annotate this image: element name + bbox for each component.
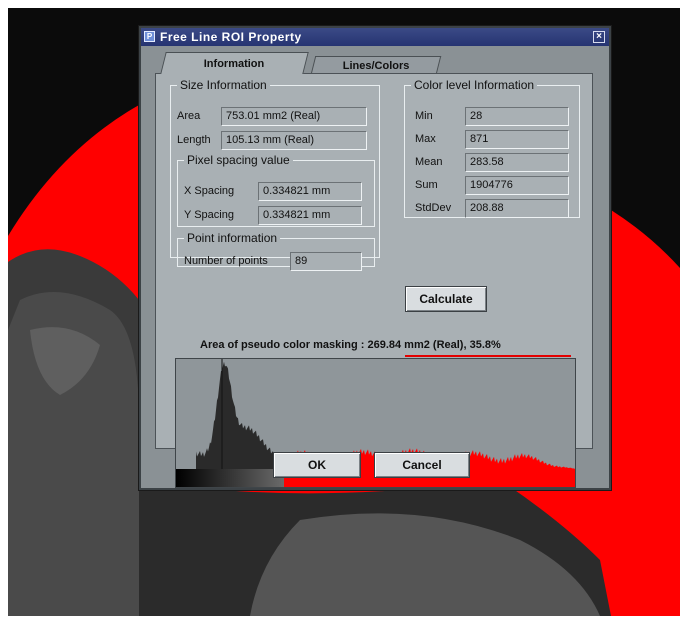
max-label: Max — [415, 133, 436, 145]
pixel-spacing-legend: Pixel spacing value — [187, 153, 290, 167]
tab-information-label: Information — [204, 58, 265, 70]
point-information-legend: Point information — [187, 231, 278, 245]
x-spacing-label: X Spacing — [184, 185, 235, 197]
sum-value: 1904776 — [465, 176, 569, 195]
mean-value: 283.58 — [465, 153, 569, 172]
gray-level-bar — [176, 469, 284, 487]
screen: P Free Line ROI Property × Information L… — [0, 0, 686, 621]
window-icon: P — [144, 31, 155, 42]
length-label: Length — [177, 134, 211, 146]
min-value: 28 — [465, 107, 569, 126]
pixel-spacing-group: Pixel spacing value X Spacing 0.334821 m… — [177, 153, 375, 227]
area-value: 753.01 mm2 (Real) — [221, 107, 367, 126]
tab-lines-colors[interactable]: Lines/Colors — [310, 56, 442, 74]
point-information-group: Point information Number of points 89 — [177, 231, 375, 271]
y-spacing-value: 0.334821 mm — [258, 206, 362, 225]
sum-label: Sum — [415, 179, 438, 191]
length-value: 105.13 mm (Real) — [221, 131, 367, 150]
tab-information[interactable]: Information — [160, 52, 309, 74]
mean-label: Mean — [415, 156, 443, 168]
masking-area-text: Area of pseudo color masking : 269.84 mm… — [200, 339, 501, 351]
size-information-group: Size Information Area 753.01 mm2 (Real) … — [170, 78, 380, 271]
color-level-legend: Color level Information — [414, 78, 535, 92]
stddev-value: 208.88 — [465, 199, 569, 218]
number-of-points-label: Number of points — [184, 255, 268, 267]
number-of-points-value: 89 — [290, 252, 362, 271]
min-label: Min — [415, 110, 433, 122]
x-spacing-value: 0.334821 mm — [258, 182, 362, 201]
close-icon[interactable]: × — [593, 31, 605, 43]
size-information-legend: Size Information — [180, 78, 267, 92]
ok-button[interactable]: OK — [273, 452, 361, 478]
stddev-label: StdDev — [415, 202, 452, 214]
color-level-group: Color level Information Min 28 Max 871 M… — [404, 78, 580, 218]
max-value: 871 — [465, 130, 569, 149]
window-title: Free Line ROI Property — [160, 30, 302, 44]
histogram-unmasked-area — [196, 361, 284, 469]
title-bar[interactable]: P Free Line ROI Property × — [141, 28, 609, 46]
information-panel: Size Information Area 753.01 mm2 (Real) … — [155, 73, 593, 488]
cancel-button[interactable]: Cancel — [374, 452, 470, 478]
masking-underline — [405, 355, 571, 357]
calculate-button[interactable]: Calculate — [405, 286, 487, 312]
roi-property-dialog: P Free Line ROI Property × Information L… — [139, 26, 611, 490]
area-label: Area — [177, 110, 201, 122]
y-spacing-label: Y Spacing — [184, 209, 234, 221]
